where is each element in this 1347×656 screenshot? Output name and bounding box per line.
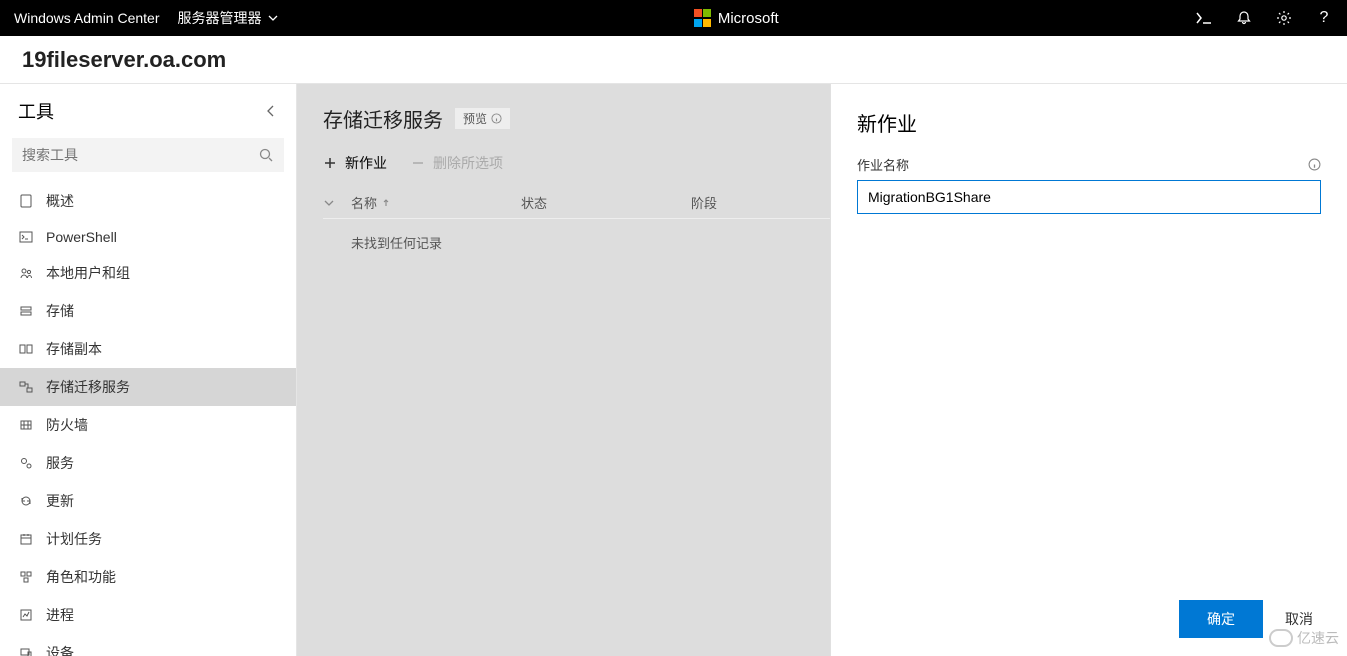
sidebar-item-services[interactable]: 服务: [0, 444, 296, 482]
sidebar-item-roles[interactable]: 角色和功能: [0, 558, 296, 596]
new-job-button[interactable]: 新作业: [323, 153, 387, 173]
preview-badge: 预览: [455, 108, 510, 129]
notifications-icon[interactable]: [1235, 9, 1253, 27]
sort-asc-icon: [381, 198, 391, 208]
delete-selected-button: 删除所选项: [411, 153, 503, 173]
cancel-button[interactable]: 取消: [1277, 600, 1321, 638]
sidebar-item-storage-migration[interactable]: 存储迁移服务: [0, 368, 296, 406]
collapse-chevron-icon[interactable]: [264, 104, 278, 118]
job-name-input[interactable]: [857, 180, 1321, 214]
sidebar-item-label: 设备: [46, 643, 74, 656]
services-icon: [18, 455, 34, 471]
sidebar-item-label: 本地用户和组: [46, 263, 130, 283]
sidebar-item-updates[interactable]: 更新: [0, 482, 296, 520]
sidebar-item-firewall[interactable]: 防火墙: [0, 406, 296, 444]
sidebar-item-label: 服务: [46, 453, 74, 473]
preview-label: 预览: [463, 110, 487, 127]
search-icon: [258, 147, 274, 163]
panel-title: 新作业: [857, 108, 1321, 137]
sidebar-item-label: 存储迁移服务: [46, 377, 130, 397]
sidebar-item-label: 更新: [46, 491, 74, 511]
sidebar-item-storage[interactable]: 存储: [0, 292, 296, 330]
delete-selected-label: 删除所选项: [433, 153, 503, 173]
updates-icon: [18, 493, 34, 509]
info-icon: [491, 113, 502, 124]
name-column-header[interactable]: 名称: [351, 193, 521, 212]
chevron-down-icon: [323, 197, 335, 209]
processes-icon: [18, 607, 34, 623]
storage-icon: [18, 303, 34, 319]
info-icon[interactable]: [1308, 158, 1321, 171]
status-column-header[interactable]: 状态: [521, 193, 691, 212]
devices-icon: [18, 645, 34, 656]
plus-icon: [323, 156, 337, 170]
microsoft-logo-icon: [694, 9, 712, 27]
sidebar-item-label: 存储副本: [46, 339, 102, 359]
search-tools-box[interactable]: [12, 138, 284, 172]
brand-label: Microsoft: [718, 10, 779, 27]
server-name: 19fileserver.oa.com: [22, 47, 226, 73]
sidebar-item-label: 角色和功能: [46, 567, 116, 587]
job-name-label: 作业名称: [857, 155, 909, 174]
brand: Microsoft: [278, 9, 1195, 27]
powershell-icon: [18, 229, 34, 245]
sidebar-item-devices[interactable]: 设备: [0, 634, 296, 656]
ok-button[interactable]: 确定: [1179, 600, 1263, 638]
help-icon[interactable]: ?: [1315, 9, 1333, 27]
tools-sidebar: 工具 概述 PowerShell 本地用户和组存储存储副本存储迁移服务防火墙服务更新…: [0, 84, 297, 656]
storage-migration-icon: [18, 379, 34, 395]
sidebar-item-label: PowerShell: [46, 229, 117, 245]
minus-icon: [411, 156, 425, 170]
console-icon[interactable]: [1195, 9, 1213, 27]
new-job-panel: 新作业 作业名称 确定 取消: [830, 84, 1347, 656]
select-all-column[interactable]: [323, 197, 351, 209]
sidebar-item-overview[interactable]: 概述: [0, 182, 296, 220]
sidebar-item-label: 进程: [46, 605, 74, 625]
new-job-label: 新作业: [345, 153, 387, 173]
sidebar-item-label: 计划任务: [46, 529, 102, 549]
search-input[interactable]: [22, 147, 258, 163]
context-dropdown-label: 服务器管理器: [178, 8, 262, 28]
server-row: 19fileserver.oa.com: [0, 36, 1347, 84]
context-dropdown[interactable]: 服务器管理器: [178, 8, 278, 28]
sidebar-item-storage-replica[interactable]: 存储副本: [0, 330, 296, 368]
chevron-down-icon: [268, 13, 278, 23]
scheduled-tasks-icon: [18, 531, 34, 547]
sidebar-item-scheduled-tasks[interactable]: 计划任务: [0, 520, 296, 558]
sidebar-item-label: 防火墙: [46, 415, 88, 435]
topbar: Windows Admin Center 服务器管理器 Microsoft ?: [0, 0, 1347, 36]
sidebar-item-label: 概述: [46, 191, 74, 211]
app-title: Windows Admin Center: [14, 10, 160, 26]
sidebar-title: 工具: [18, 98, 54, 124]
sidebar-item-processes[interactable]: 进程: [0, 596, 296, 634]
overview-icon: [18, 193, 34, 209]
sidebar-item-users[interactable]: 本地用户和组: [0, 254, 296, 292]
storage-replica-icon: [18, 341, 34, 357]
sidebar-items: 概述 PowerShell 本地用户和组存储存储副本存储迁移服务防火墙服务更新计划任…: [0, 182, 296, 656]
users-icon: [18, 265, 34, 281]
roles-icon: [18, 569, 34, 585]
sidebar-item-label: 存储: [46, 301, 74, 321]
sidebar-item-powershell[interactable]: PowerShell: [0, 220, 296, 254]
firewall-icon: [18, 417, 34, 433]
settings-icon[interactable]: [1275, 9, 1293, 27]
page-title: 存储迁移服务: [323, 104, 443, 133]
